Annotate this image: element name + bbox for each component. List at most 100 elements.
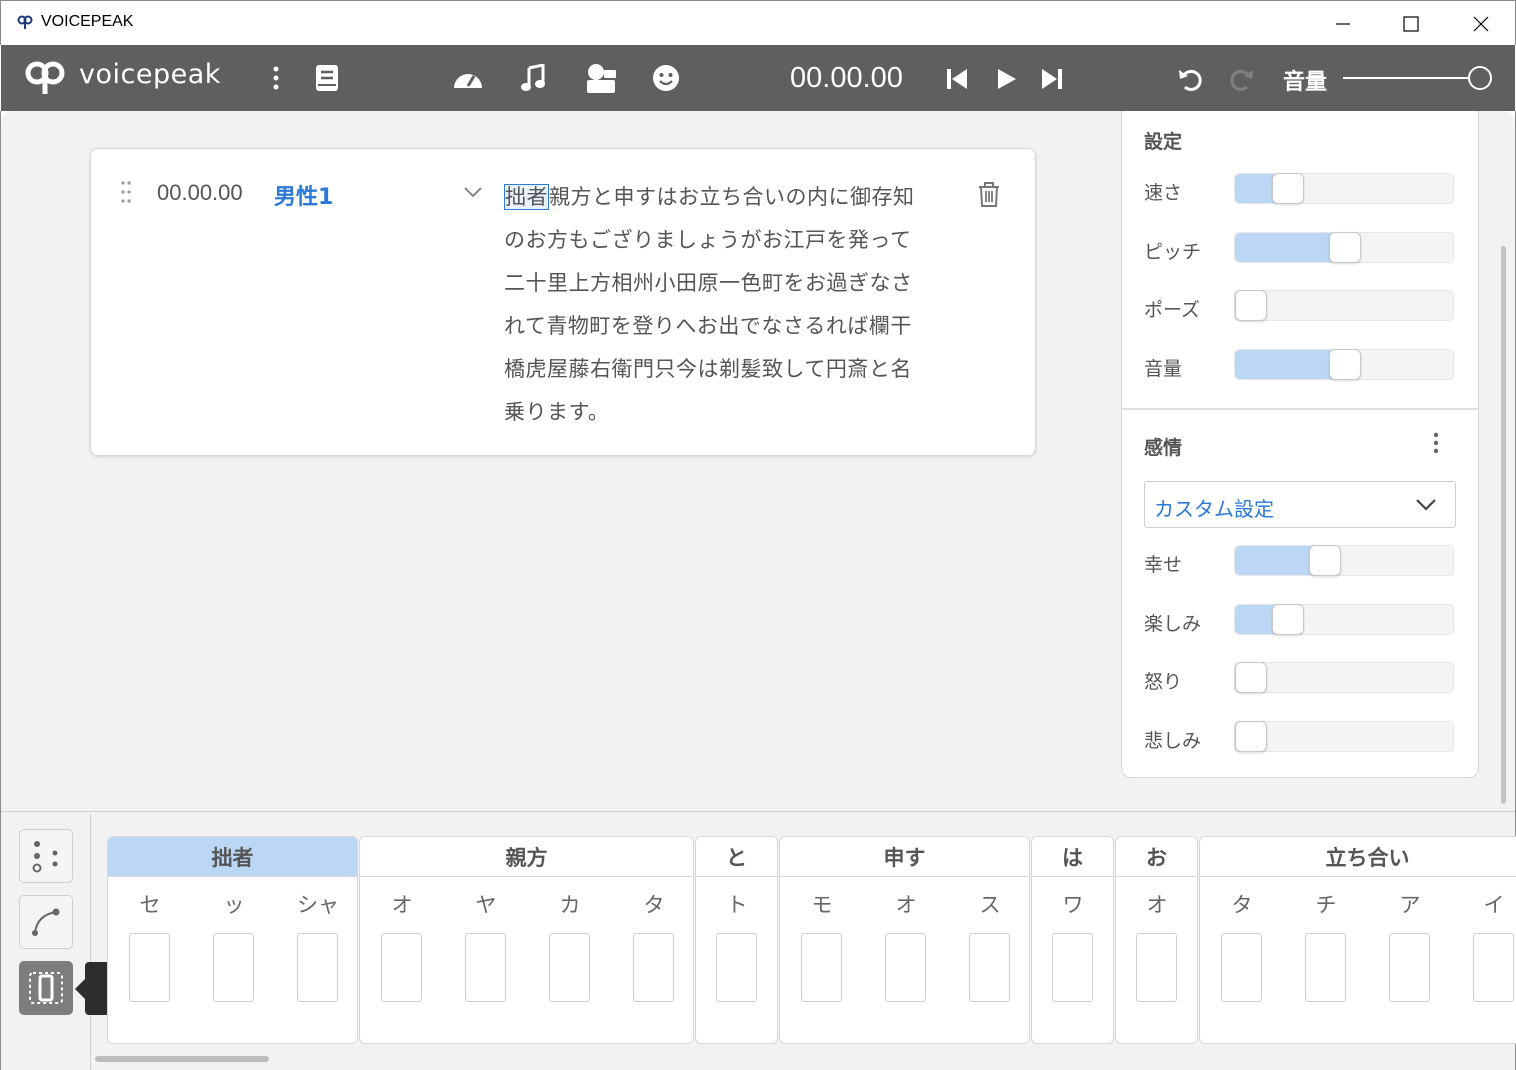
redo-button[interactable] [1226, 63, 1258, 95]
speedometer-icon [454, 74, 482, 88]
length-input[interactable] [549, 933, 590, 1002]
main-toolbar: voicepeak 00.00.00 音量 [1, 45, 1515, 111]
vertical-scrollbar[interactable] [1501, 246, 1506, 804]
pitch-slider[interactable] [1234, 232, 1454, 263]
kana-label: イ [1483, 893, 1505, 917]
word-column[interactable]: 拙者 セ ッ シャ [107, 836, 358, 1044]
minimize-button[interactable] [1308, 1, 1378, 46]
play-icon [998, 69, 1016, 89]
block-text[interactable]: 拙者親方と申すはお立ち合いの内に御存知 のお方もござりましょうがお江戸を発って … [504, 176, 954, 434]
word-column[interactable]: 申す モ オ ス [779, 836, 1030, 1044]
kana-label: タ [1231, 893, 1253, 917]
skip-back-button[interactable] [941, 63, 973, 95]
music-button[interactable] [516, 61, 550, 95]
book-icon [316, 65, 338, 91]
play-button[interactable] [991, 63, 1023, 95]
word-column[interactable]: お オ [1115, 836, 1198, 1044]
speed-slider[interactable] [1234, 173, 1454, 204]
param-label: 幸せ [1144, 554, 1183, 576]
kana-label: ッ [223, 893, 245, 917]
volume-label: 音量 [1283, 70, 1328, 95]
length-input[interactable] [969, 933, 1010, 1002]
happy-slider[interactable] [1234, 545, 1454, 576]
emotion-icon [653, 65, 679, 91]
angry-slider[interactable] [1234, 662, 1454, 693]
drag-handle-icon[interactable] [120, 180, 132, 204]
volume-slider-track[interactable] [1343, 77, 1481, 79]
settings-title: 設定 [1144, 131, 1183, 153]
word-column[interactable]: 立ち合い タ チ ア イ [1199, 836, 1516, 1044]
emotion-preset-dropdown[interactable]: カスタム設定 [1144, 481, 1456, 528]
fun-slider[interactable] [1234, 604, 1454, 635]
length-input[interactable] [716, 933, 757, 1002]
emotion-menu-icon[interactable] [1432, 432, 1440, 454]
param-label: 音量 [1144, 358, 1183, 380]
kana-label: タ [643, 893, 665, 917]
trash-icon[interactable] [978, 182, 1000, 208]
kana-label: オ [895, 893, 917, 917]
skip-forward-icon [1042, 69, 1062, 89]
length-input[interactable] [381, 933, 422, 1002]
curve-tool-button[interactable] [19, 895, 73, 949]
emotion-title: 感情 [1144, 437, 1183, 459]
length-input[interactable] [213, 933, 254, 1002]
phoneme-tool-button[interactable] [19, 829, 73, 883]
text-line: のお方もござりましょうがお江戸を発って [504, 228, 912, 252]
length-input[interactable] [1052, 933, 1093, 1002]
voice-selector[interactable]: 男性1 [274, 179, 333, 211]
length-input[interactable] [297, 933, 338, 1002]
text-line: 乗ります。 [504, 400, 610, 424]
volume-slider-thumb[interactable] [1468, 66, 1492, 90]
kana-label: ア [1399, 893, 1421, 917]
length-input[interactable] [465, 933, 506, 1002]
text-line: 橋虎屋藤右衛門只今は剃髪致して円斎と名 [504, 357, 912, 381]
length-tool-button[interactable] [19, 961, 73, 1015]
speed-button[interactable] [450, 61, 486, 95]
emotion-button[interactable] [649, 61, 683, 95]
param-label: 怒り [1144, 671, 1183, 693]
param-label: 悲しみ [1144, 730, 1202, 752]
text-line: れて青物町を登りへお出でなさるれば欄干 [504, 314, 912, 338]
volume-param-slider[interactable] [1234, 349, 1454, 380]
param-label: 楽しみ [1144, 613, 1202, 635]
skip-back-icon [947, 69, 967, 89]
length-input[interactable] [885, 933, 926, 1002]
length-input[interactable] [633, 933, 674, 1002]
word-column[interactable]: は ワ [1031, 836, 1114, 1044]
length-input[interactable] [1221, 933, 1262, 1002]
word-column[interactable]: 親方 オ ヤ カ タ [359, 836, 694, 1044]
maximize-button[interactable] [1376, 1, 1446, 46]
chevron-down-icon[interactable] [463, 186, 483, 198]
sad-slider[interactable] [1234, 721, 1454, 752]
length-input[interactable] [1305, 933, 1346, 1002]
close-button[interactable] [1446, 1, 1516, 46]
menu-button[interactable] [263, 63, 289, 93]
kana-label: オ [391, 893, 413, 917]
narrator-button[interactable] [582, 59, 620, 97]
skip-forward-button[interactable] [1036, 63, 1068, 95]
text-line: 二十里上方相州小田原一色町をお過ぎなさ [504, 271, 913, 295]
kana-label: チ [1315, 893, 1337, 917]
kana-label: モ [811, 893, 833, 917]
param-label: 速さ [1144, 182, 1183, 204]
kana-label: ワ [1062, 893, 1084, 917]
horizontal-scrollbar[interactable] [95, 1056, 269, 1062]
length-input[interactable] [801, 933, 842, 1002]
length-input[interactable] [1136, 933, 1177, 1002]
word-column[interactable]: と ト [695, 836, 778, 1044]
length-input[interactable] [129, 933, 170, 1002]
dictionary-button[interactable] [310, 61, 344, 95]
selected-word[interactable]: 拙者 [504, 184, 549, 210]
text-line: 親方と申すはお立ち合いの内に御存知 [549, 185, 915, 209]
length-input[interactable] [1389, 933, 1430, 1002]
narrator-icon [587, 64, 616, 93]
tool-sidebar-divider [90, 814, 91, 1070]
chevron-down-icon [1416, 499, 1436, 511]
kana-label: ヤ [475, 893, 497, 917]
block-start-time: 00.00.00 [157, 180, 243, 205]
undo-button[interactable] [1174, 63, 1206, 95]
length-input[interactable] [1473, 933, 1514, 1002]
undo-icon [1179, 70, 1202, 91]
kana-label: ス [979, 893, 1001, 917]
pause-slider[interactable] [1234, 290, 1454, 321]
